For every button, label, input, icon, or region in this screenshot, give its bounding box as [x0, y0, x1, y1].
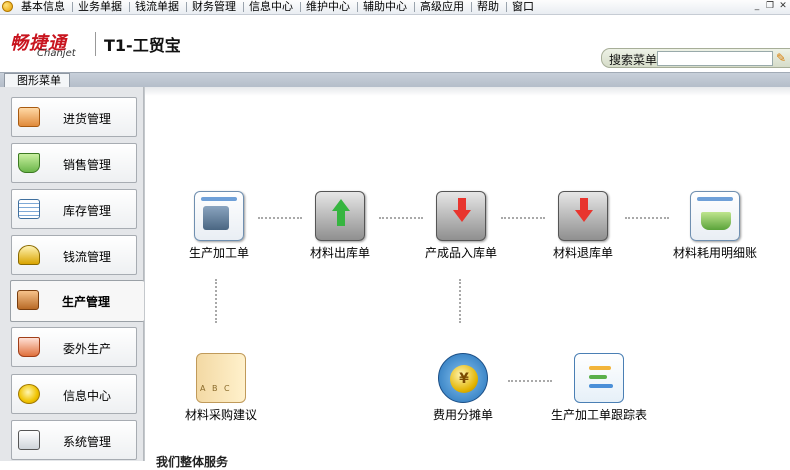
node-label: 费用分摊单 — [432, 408, 493, 422]
purchase-suggestion-icon — [196, 353, 246, 403]
flow-connector — [459, 279, 461, 323]
sidebar-item-label: 生产管理 — [62, 295, 111, 309]
flow-canvas: 生产加工单 材料出库单 产成品入库单 材料退库单 材料耗用明细账 材料采购建议 — [144, 87, 790, 469]
node-material-consumption[interactable]: 材料耗用明细账 — [665, 191, 765, 261]
close-icon[interactable]: ✕ — [778, 1, 788, 11]
sidebar-item-info-center[interactable]: 信息中心 — [11, 374, 137, 414]
menu-items: 基本信息 业务单据 钱流单据 财务管理 信息中心 维护中心 辅助中心 高级应用 … — [16, 0, 541, 14]
outsource-icon — [18, 337, 40, 357]
search-label: 搜索菜单 — [609, 53, 658, 67]
sales-basket-icon — [18, 153, 40, 173]
sidebar-item-cashflow[interactable]: 钱流管理 — [11, 235, 137, 275]
menu-auxiliary[interactable]: 辅助中心 — [358, 0, 414, 14]
material-consumption-icon — [690, 191, 740, 241]
brand-name-en: Chanjet — [37, 48, 76, 59]
cost-allocation-icon: ¥ — [438, 353, 488, 403]
node-finished-goods-inbound[interactable]: 产成品入库单 — [411, 191, 511, 261]
node-label: 生产加工单 — [188, 246, 249, 260]
sidebar: 进货管理 销售管理 库存管理 钱流管理 生产管理 委外生产 信息中心 系统管理 — [0, 87, 144, 461]
search-input[interactable] — [657, 51, 773, 66]
tab-graphic-menu[interactable]: 图形菜单 — [4, 73, 70, 88]
sidebar-item-sales[interactable]: 销售管理 — [11, 143, 137, 183]
sidebar-item-outsource[interactable]: 委外生产 — [11, 327, 137, 367]
flow-connector — [508, 380, 552, 382]
node-cost-allocation[interactable]: ¥ 费用分摊单 — [413, 353, 513, 423]
restore-icon[interactable]: ❐ — [765, 1, 775, 11]
brand-divider — [95, 32, 96, 56]
sidebar-item-label: 委外生产 — [63, 342, 112, 356]
down-arrow-icon — [575, 210, 593, 222]
cashflow-icon — [18, 245, 40, 265]
system-settings-icon — [18, 430, 40, 450]
production-icon — [17, 290, 39, 310]
sidebar-item-purchase[interactable]: 进货管理 — [11, 97, 137, 137]
app-header: 畅捷通 Chanjet T1-工贸宝 搜索菜单 ✎ — [0, 15, 790, 72]
menu-basic-info[interactable]: 基本信息 — [16, 0, 72, 14]
node-label: 材料采购建议 — [184, 408, 257, 422]
finished-goods-inbound-icon — [436, 191, 486, 241]
material-outbound-icon — [315, 191, 365, 241]
node-label: 产成品入库单 — [424, 246, 497, 260]
sidebar-item-inventory[interactable]: 库存管理 — [11, 189, 137, 229]
purchase-icon — [18, 107, 40, 127]
search-icon[interactable]: ✎ — [776, 51, 786, 65]
node-production-order[interactable]: 生产加工单 — [169, 191, 269, 261]
menu-maintenance[interactable]: 维护中心 — [301, 0, 357, 14]
sidebar-item-label: 进货管理 — [63, 112, 112, 126]
inventory-icon — [18, 199, 40, 219]
menu-help[interactable]: 帮助 — [472, 0, 506, 14]
product-name: T1-工贸宝 — [104, 36, 181, 55]
down-arrow-icon — [453, 210, 471, 222]
minimize-icon[interactable]: _ — [752, 1, 762, 11]
node-purchase-suggestion[interactable]: 材料采购建议 — [171, 353, 271, 423]
sidebar-item-system[interactable]: 系统管理 — [11, 420, 137, 460]
track-bar — [589, 366, 611, 370]
menu-search-box: 搜索菜单 ✎ — [601, 48, 790, 68]
sidebar-item-label: 销售管理 — [63, 158, 112, 172]
app-logo-icon[interactable] — [2, 1, 13, 12]
production-tracking-icon — [574, 353, 624, 403]
sidebar-item-production[interactable]: 生产管理 — [10, 280, 144, 322]
sidebar-item-label: 系统管理 — [63, 435, 112, 449]
sidebar-item-label: 信息中心 — [63, 389, 112, 403]
canvas-top-shade — [145, 87, 790, 96]
node-material-return[interactable]: 材料退库单 — [533, 191, 633, 261]
track-bar — [589, 375, 607, 379]
sidebar-item-label: 库存管理 — [63, 204, 112, 218]
node-material-outbound[interactable]: 材料出库单 — [290, 191, 390, 261]
window-controls: _ ❐ ✕ — [752, 1, 788, 11]
production-order-icon — [194, 191, 244, 241]
menu-finance[interactable]: 财务管理 — [187, 0, 243, 14]
up-arrow-stem — [337, 210, 345, 226]
menu-window[interactable]: 窗口 — [507, 0, 541, 14]
track-bar — [589, 384, 613, 388]
menu-business-docs[interactable]: 业务单据 — [73, 0, 129, 14]
flow-connector — [215, 279, 217, 323]
node-label: 材料退库单 — [552, 246, 613, 260]
tab-strip: 图形菜单 — [0, 72, 790, 88]
material-return-icon — [558, 191, 608, 241]
node-label: 材料耗用明细账 — [672, 246, 757, 260]
yen-coin-icon: ¥ — [450, 365, 478, 393]
node-production-tracking[interactable]: 生产加工单跟踪表 — [549, 353, 649, 423]
menu-advanced[interactable]: 高级应用 — [415, 0, 471, 14]
footer-text: 我们整体服务 — [156, 455, 229, 469]
sidebar-item-label: 钱流管理 — [63, 250, 112, 264]
node-label: 材料出库单 — [309, 246, 370, 260]
node-label: 生产加工单跟踪表 — [550, 408, 647, 422]
menu-bar: 基本信息 业务单据 钱流单据 财务管理 信息中心 维护中心 辅助中心 高级应用 … — [0, 0, 790, 15]
machine-graphic — [203, 206, 229, 230]
basket-graphic — [701, 212, 731, 230]
info-bulb-icon — [18, 384, 40, 404]
menu-info-center[interactable]: 信息中心 — [244, 0, 300, 14]
menu-cashflow-docs[interactable]: 钱流单据 — [130, 0, 186, 14]
